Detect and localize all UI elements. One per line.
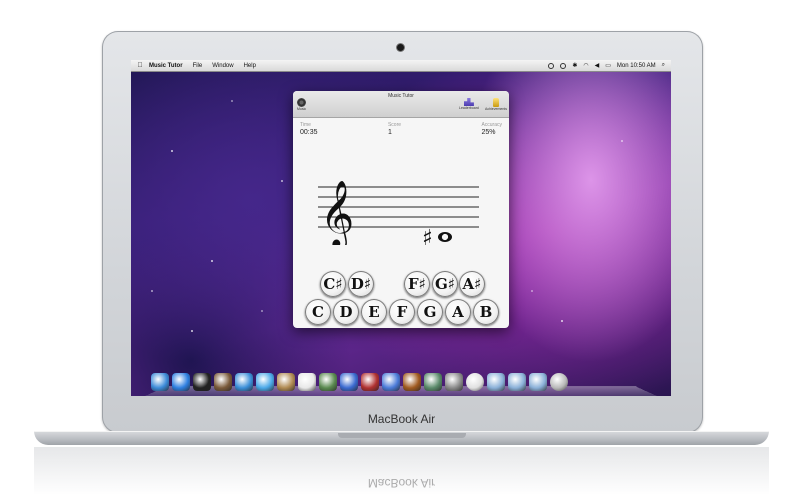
gear-icon [297,98,307,107]
accuracy-stat: Accuracy 25% [481,122,502,136]
leaderboard-button[interactable]: Leaderboard [459,98,479,110]
leaderboard-icon [463,98,474,106]
sync-status-icon[interactable] [560,62,567,69]
sharp-accidental: ♯ [422,225,433,245]
time-label: Time [300,122,311,128]
reflected-device-label: MacBook Air [367,476,436,490]
downloads-icon[interactable] [529,373,547,391]
dock-icons [151,373,568,391]
score-stat: Score 1 [388,122,401,136]
device-label: MacBook Air [367,412,436,426]
score-value: 1 [387,129,392,136]
camera-icon [397,44,404,51]
window-titlebar: Music Tutor Music Leaderboard Achievemen… [293,91,509,118]
menu-app-name[interactable]: Music Tutor [149,63,183,69]
iphoto-icon[interactable] [382,373,400,391]
address-book-icon[interactable] [277,373,295,391]
accuracy-label: Accuracy [481,122,502,128]
laptop-screen:  Music Tutor File Window Help ✱ ◠ ◀ ▭ M… [131,60,671,396]
time-machine-status-icon[interactable] [548,62,555,69]
key-a[interactable]: A [445,299,471,325]
key-b[interactable]: B [473,299,499,325]
lid-notch [338,433,466,438]
ichat-icon[interactable] [256,373,274,391]
achievements-button[interactable]: Achievements [485,98,507,111]
stats-row: Time 00:35 Score 1 Accuracy 25% [293,118,509,136]
ical-icon[interactable] [298,373,316,391]
treble-clef-icon: 𝄞 [320,179,354,245]
menu-file[interactable]: File [193,63,203,69]
key-f[interactable]: F [389,299,415,325]
trash-icon[interactable] [550,373,568,391]
garageband-icon[interactable] [403,373,421,391]
settings-button[interactable]: Music [297,98,306,111]
leaderboard-label: Leaderboard [459,106,479,110]
key-c-sharp[interactable]: C♯ [320,271,346,297]
menu-help[interactable]: Help [244,63,256,69]
safari-icon[interactable] [235,373,253,391]
documents-folder-icon[interactable] [508,373,526,391]
dock [145,369,657,396]
laptop-reflection [34,447,769,501]
mail-icon[interactable] [214,373,232,391]
settings-label: Music [297,107,307,111]
music-tutor-window: Music Tutor Music Leaderboard Achievemen… [293,91,509,328]
menu-bar:  Music Tutor File Window Help ✱ ◠ ◀ ▭ M… [131,60,671,72]
finder-icon[interactable] [151,373,169,391]
key-g[interactable]: G [417,299,443,325]
apple-icon[interactable]:  [131,62,149,69]
music-tutor-icon[interactable] [466,373,484,391]
music-staff: 𝄞 ♯ [318,179,479,245]
time-machine-icon[interactable] [424,373,442,391]
key-g-sharp[interactable]: G♯ [432,271,458,297]
itunes-icon[interactable] [340,373,358,391]
wifi-icon[interactable]: ◠ [583,62,588,69]
battery-icon[interactable]: ▭ [605,62,611,69]
preview-icon[interactable] [319,373,337,391]
score-label: Score [387,122,402,128]
accuracy-value: 25% [481,129,496,136]
key-c[interactable]: C [305,299,331,325]
key-a-sharp[interactable]: A♯ [459,271,485,297]
achievements-label: Achievements [485,107,507,111]
applications-folder-icon[interactable] [487,373,505,391]
system-preferences-icon[interactable] [445,373,463,391]
time-stat: Time 00:35 [300,122,318,136]
key-d-sharp[interactable]: D♯ [348,271,374,297]
bluetooth-icon[interactable]: ✱ [572,62,577,69]
key-d[interactable]: D [333,299,359,325]
key-f-sharp[interactable]: F♯ [404,271,430,297]
volume-icon[interactable]: ◀ [595,62,600,69]
menu-clock[interactable]: Mon 10:50 AM [617,63,656,69]
answer-keys: C♯ D♯ F♯ G♯ A♯ C D E F G A B [293,271,509,328]
trophy-icon [492,98,499,107]
time-value: 00:35 [300,129,318,136]
menu-window[interactable]: Window [212,63,233,69]
app-store-icon[interactable] [172,373,190,391]
key-e[interactable]: E [361,299,387,325]
dashboard-icon[interactable] [193,373,211,391]
photo-booth-icon[interactable] [361,373,379,391]
spotlight-icon[interactable]: ⌕ [662,62,665,69]
